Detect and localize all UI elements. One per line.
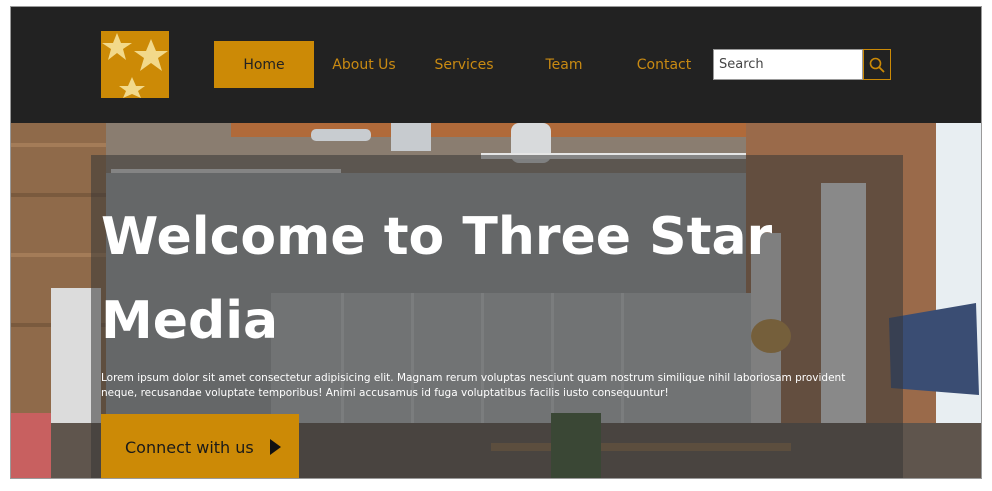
search-icon (869, 57, 885, 73)
main-nav: Home About Us Services Team Contact (214, 41, 714, 88)
hero-title: Welcome to Three Star Media (101, 207, 773, 351)
nav-home[interactable]: Home (214, 41, 314, 88)
nav-about-us[interactable]: About Us (314, 41, 414, 88)
search-input[interactable] (713, 49, 863, 80)
search-button[interactable] (863, 49, 891, 80)
logo[interactable] (101, 31, 169, 98)
connect-button-label: Connect with us (125, 437, 254, 457)
nav-team[interactable]: Team (514, 41, 614, 88)
hero-section: Welcome to Three Star Media Lorem ipsum … (11, 123, 981, 478)
browser-viewport: Home About Us Services Team Contact Sear… (10, 6, 982, 479)
play-arrow-icon (269, 439, 281, 455)
hero-description: Lorem ipsum dolor sit amet consectetur a… (101, 372, 846, 399)
connect-button[interactable]: Connect with us (101, 414, 299, 478)
star-logo-icon (102, 33, 168, 98)
site-header: Home About Us Services Team Contact (11, 7, 981, 123)
nav-contact[interactable]: Contact (614, 41, 714, 88)
nav-services[interactable]: Services (414, 41, 514, 88)
